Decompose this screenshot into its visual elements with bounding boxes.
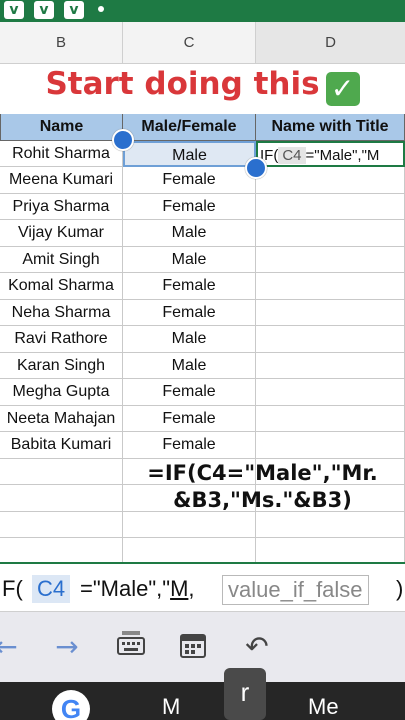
title-cell[interactable] [256, 432, 405, 459]
formula-bar-close-paren: ) [396, 576, 404, 601]
gender-cell[interactable]: Male [123, 246, 256, 273]
gender-cell[interactable]: Female [123, 167, 256, 194]
google-icon[interactable]: G [52, 690, 90, 720]
notification-dot-icon [98, 6, 104, 12]
gender-cell[interactable]: Female [123, 299, 256, 326]
title-cell[interactable] [256, 220, 405, 247]
empty-cell[interactable] [0, 511, 123, 538]
empty-cell[interactable] [123, 511, 256, 538]
column-header-b[interactable]: B [0, 22, 123, 64]
check-badge-icon: v [64, 1, 84, 19]
formula-caption: =IF(C4="Male","Mr. &B3,"Ms."&B3) [120, 460, 405, 514]
check-badge-icon: v [34, 1, 54, 19]
name-cell[interactable]: Komal Sharma [0, 273, 123, 300]
gender-cell[interactable]: Female [123, 379, 256, 406]
formula-caption-line: =IF(C4="Male","Mr. [147, 461, 378, 485]
left-arrow-icon[interactable]: ← [0, 630, 20, 664]
title-cell[interactable] [256, 326, 405, 353]
screen: v v v B C D Start doing this ✓ Name Male/F… [0, 0, 405, 720]
selection-handle-start[interactable] [112, 129, 134, 151]
empty-cell[interactable] [123, 538, 256, 565]
formula-cell[interactable]: IF(C4 ="Male","M [256, 140, 405, 167]
title-cell[interactable] [256, 246, 405, 273]
column-header-d[interactable]: D [256, 22, 405, 64]
check-mark-icon: ✓ [325, 72, 360, 106]
undo-icon[interactable]: ↶ [240, 630, 274, 664]
table-header-cell[interactable]: Name with Title [256, 114, 405, 141]
name-cell[interactable]: Amit Singh [0, 246, 123, 273]
top-status-strip: v v v [0, 0, 405, 22]
overlay-title-text: Start doing this [45, 66, 320, 102]
formula-cell-suffix: ="Male","M [305, 146, 380, 164]
calendar-icon[interactable] [176, 630, 210, 664]
title-cell[interactable] [256, 405, 405, 432]
gender-cell[interactable]: Female [123, 273, 256, 300]
keyboard-key-m[interactable]: M [162, 694, 180, 720]
name-cell[interactable]: Priya Sharma [0, 193, 123, 220]
gender-cell[interactable]: Female [123, 432, 256, 459]
table-header-cell[interactable]: Male/Female [123, 114, 256, 141]
calendar-glyph [180, 634, 206, 658]
check-badge-icon: v [4, 1, 24, 19]
title-cell[interactable] [256, 379, 405, 406]
formula-bar-text[interactable]: ="Male","M, [80, 575, 195, 603]
name-cell[interactable]: Karan Singh [0, 352, 123, 379]
formula-bar-prefix: F( [2, 576, 23, 601]
column-header-c[interactable]: C [123, 22, 256, 64]
formula-bar-middle: ="Male"," [80, 576, 171, 601]
gender-cell[interactable]: Female [123, 193, 256, 220]
keyboard-toolbar: ← → ↶ [0, 612, 405, 682]
empty-cell[interactable] [256, 511, 405, 538]
title-cell[interactable] [256, 273, 405, 300]
title-cell[interactable] [256, 352, 405, 379]
gender-cell[interactable]: Male [123, 326, 256, 353]
title-cell[interactable] [256, 193, 405, 220]
keyboard-key-r-popup[interactable]: r [224, 668, 266, 720]
gender-cell[interactable]: Male [123, 352, 256, 379]
empty-cell[interactable] [256, 538, 405, 565]
name-cell[interactable]: Meena Kumari [0, 167, 123, 194]
name-cell[interactable]: Megha Gupta [0, 379, 123, 406]
formula-bar-argument-hint: value_if_false [222, 575, 369, 605]
formula-bar[interactable]: F( C4 ="Male","M, value_if_false ) [0, 562, 405, 612]
empty-cell[interactable] [0, 458, 123, 485]
gender-cell[interactable]: Female [123, 405, 256, 432]
formula-caption-line: &B3,"Ms."&B3) [173, 488, 352, 512]
formula-bar-cell-ref[interactable]: C4 [32, 575, 71, 603]
formula-bar-after: , [188, 576, 195, 601]
formula-bar-underlined: M [170, 576, 189, 601]
table-header-cell[interactable]: Name [0, 114, 123, 141]
title-cell[interactable] [256, 167, 405, 194]
title-cell[interactable] [256, 299, 405, 326]
overlay-title: Start doing this ✓ [0, 64, 405, 114]
name-cell[interactable]: Vijay Kumar [0, 220, 123, 247]
empty-cell[interactable] [0, 485, 123, 512]
name-cell[interactable]: Neha Sharma [0, 299, 123, 326]
numeric-keyboard-glyph [117, 631, 145, 655]
empty-cell[interactable] [0, 538, 123, 565]
name-cell[interactable]: Babita Kumari [0, 432, 123, 459]
keyboard-suggestion-me[interactable]: Me [308, 694, 339, 720]
name-cell[interactable]: Rohit Sharma [0, 140, 123, 167]
gender-cell[interactable]: Male [123, 140, 256, 167]
formula-cell-ref: C4 [278, 146, 306, 164]
name-cell[interactable]: Neeta Mahajan [0, 405, 123, 432]
suggestion-bar: G M Me [0, 682, 405, 720]
name-cell[interactable]: Ravi Rathore [0, 326, 123, 353]
right-arrow-icon[interactable]: → [50, 630, 84, 664]
numeric-keyboard-icon[interactable] [114, 630, 148, 664]
gender-cell[interactable]: Male [123, 220, 256, 247]
selection-handle-end[interactable] [245, 157, 267, 179]
